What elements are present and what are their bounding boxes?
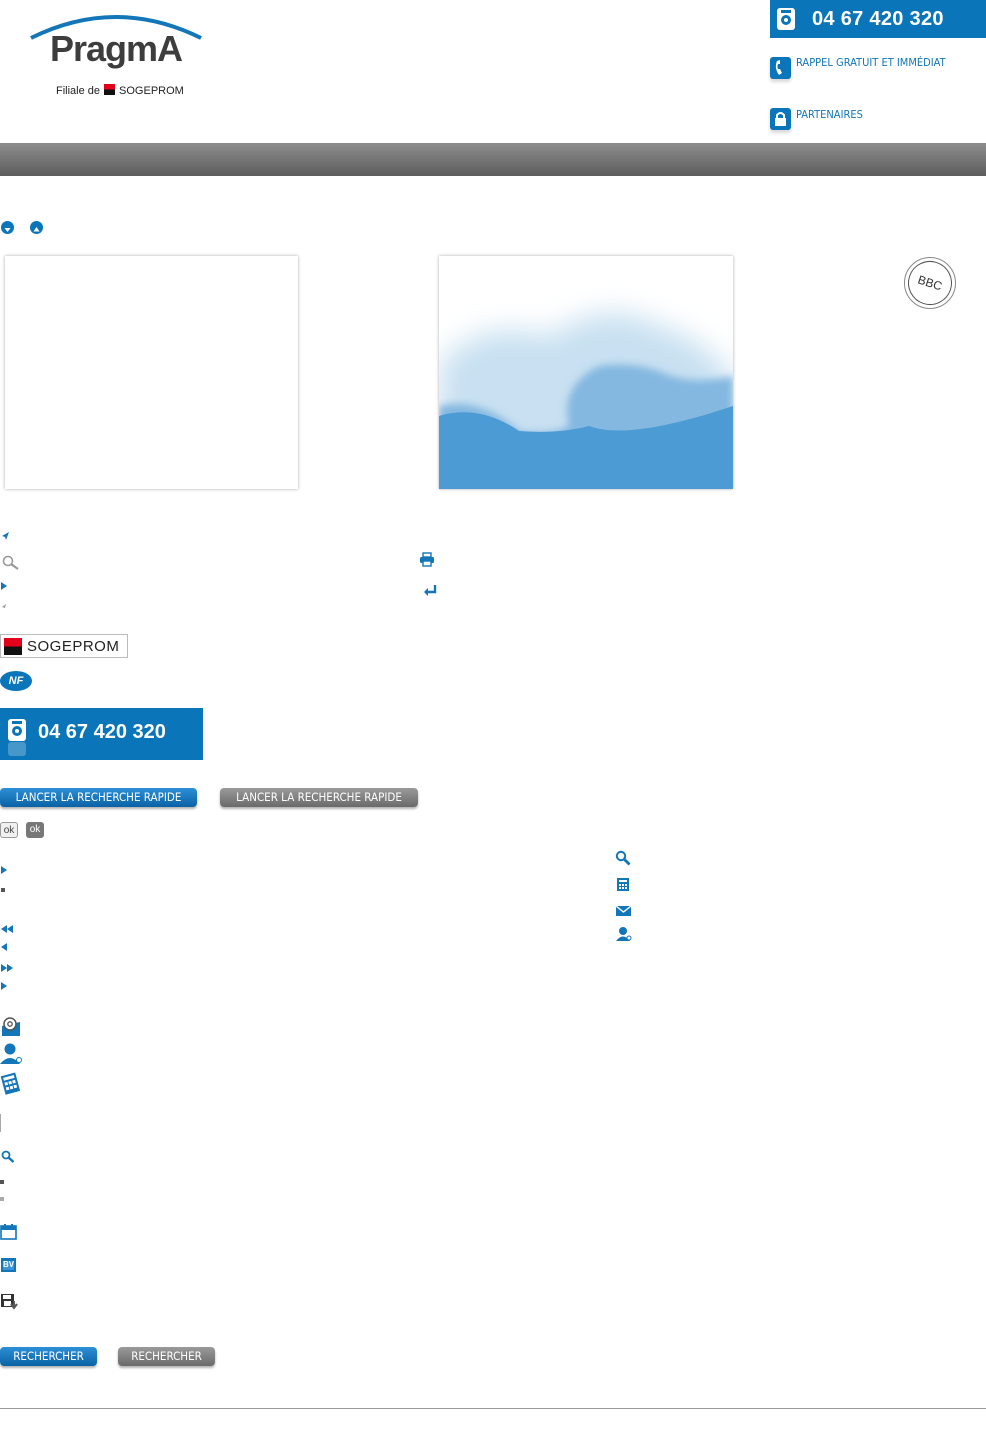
- calculator-large-icon[interactable]: [0, 1072, 22, 1096]
- search-small-icon[interactable]: [1, 1150, 15, 1163]
- footer-divider: [0, 1408, 986, 1409]
- calendar-icon[interactable]: [0, 1224, 17, 1240]
- calendar-bv-icon[interactable]: BV: [0, 1256, 17, 1273]
- next-page-icon[interactable]: [1, 982, 7, 990]
- arrow-right-icon[interactable]: [1, 582, 7, 590]
- phone-number: 04 67 420 320: [812, 8, 944, 30]
- navigation-bar: [0, 143, 986, 176]
- logo-subtitle: Filiale de SOGEPROM: [56, 84, 184, 97]
- quick-search-button[interactable]: LANCER LA RECHERCHE RAPIDE: [0, 788, 197, 807]
- phone-icon: [8, 719, 26, 756]
- image-frame-right: [439, 256, 733, 489]
- calculator-icon[interactable]: [616, 877, 630, 892]
- lock-icon[interactable]: [770, 108, 791, 130]
- phone-block[interactable]: 04 67 420 320: [0, 708, 203, 760]
- ok-button[interactable]: ok: [0, 822, 18, 838]
- logo-name: PragmA: [49, 28, 183, 69]
- partners-link[interactable]: PARTENAIRES: [796, 108, 863, 121]
- contact-user-icon[interactable]: [0, 1043, 24, 1065]
- bullet-square-icon: [1, 888, 5, 892]
- chevron-down-icon: [4, 228, 11, 232]
- quick-search-button-hover[interactable]: LANCER LA RECHERCHE RAPIDE: [220, 788, 418, 807]
- scroll-down-button[interactable]: [1, 221, 14, 234]
- location-arrow-icon[interactable]: [1, 531, 10, 541]
- blue-wave-image: [439, 313, 733, 489]
- bullet-square-light-icon: [0, 1197, 4, 1201]
- sogeprom-square-icon: [104, 84, 116, 95]
- search-button-hover[interactable]: RECHERCHER: [118, 1347, 215, 1366]
- save-download-icon[interactable]: [0, 1293, 19, 1311]
- previous-page-icon[interactable]: [1, 943, 7, 951]
- bullet-arrow-icon: [1, 866, 7, 874]
- nf-certification-badge: NF: [0, 671, 32, 691]
- return-arrow-icon[interactable]: [422, 584, 438, 598]
- sogeprom-square-icon: [4, 638, 22, 655]
- search-icon[interactable]: [615, 850, 631, 866]
- small-arrow-icon: [2, 604, 6, 608]
- print-icon[interactable]: [419, 552, 435, 567]
- sogeprom-logo-text: SOGEPROM: [27, 638, 120, 655]
- phone-handset-icon[interactable]: [770, 57, 791, 79]
- user-icon[interactable]: [615, 926, 633, 942]
- phone-number: 04 67 420 320: [38, 721, 166, 743]
- separator-line: [0, 1114, 1, 1132]
- callback-link[interactable]: RAPPEL GRATUIT ET IMMÉDIAT: [796, 56, 946, 69]
- image-frame-left: [5, 256, 298, 489]
- email-at-icon[interactable]: [0, 1016, 22, 1038]
- logo-subtitle-prefix: Filiale de: [56, 85, 101, 97]
- phone-top-banner[interactable]: 04 67 420 320: [770, 0, 986, 38]
- search-magnifier-light-icon[interactable]: [1, 555, 21, 571]
- search-button[interactable]: RECHERCHER: [0, 1347, 97, 1366]
- phone-icon: [777, 8, 795, 30]
- chevron-up-icon: [33, 227, 40, 232]
- scroll-up-button[interactable]: [30, 221, 43, 234]
- bbc-label-badge: BBC: [902, 255, 958, 311]
- last-page-icon[interactable]: [1, 964, 13, 972]
- logo-subtitle-brand: SOGEPROM: [119, 85, 184, 97]
- ok-button-active[interactable]: ok: [26, 822, 44, 838]
- bbc-label-text: BBC: [902, 255, 958, 311]
- envelope-icon[interactable]: [615, 905, 632, 917]
- sogeprom-logo[interactable]: SOGEPROM: [0, 634, 128, 658]
- calendar-bv-label: BV: [3, 1260, 15, 1269]
- bullet-square-dark-icon: [0, 1180, 4, 1184]
- first-page-icon[interactable]: [1, 925, 13, 933]
